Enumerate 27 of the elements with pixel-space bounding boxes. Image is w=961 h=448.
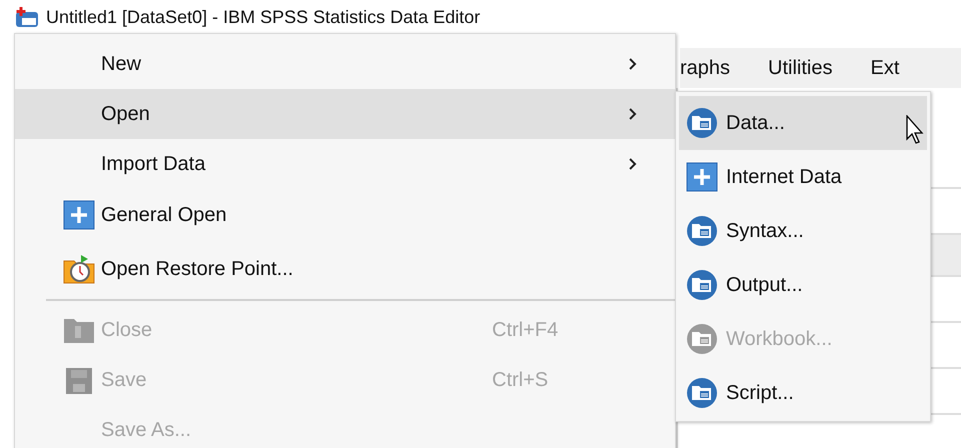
plus-icon [63, 199, 95, 231]
menu-item[interactable]: Open [15, 89, 675, 139]
folder-document-icon [686, 323, 718, 355]
menu-item[interactable]: New [15, 39, 675, 89]
chevron-right-icon [628, 107, 638, 121]
menu-item[interactable]: Open Restore Point... [15, 241, 675, 297]
folder-document-icon [686, 377, 718, 409]
mouse-pointer-icon [906, 115, 926, 145]
menu-item[interactable]: Data... [679, 96, 927, 150]
folder-document-icon [686, 107, 718, 139]
app-icon [14, 6, 40, 28]
chevron-right-icon [628, 157, 638, 171]
menu-item[interactable]: General Open [15, 189, 675, 241]
menu-bar-item[interactable]: Ext [870, 56, 900, 80]
folder-clock-icon [63, 253, 95, 285]
menu-item[interactable]: Output... [679, 258, 927, 312]
menu-item[interactable]: Syntax... [679, 204, 927, 258]
chevron-right-icon [628, 57, 638, 71]
menu-item[interactable]: Internet Data [679, 150, 927, 204]
menu-bar-item[interactable]: raphs [680, 56, 730, 80]
menu-bar-item[interactable]: Utilities [768, 56, 832, 80]
menu-item[interactable]: Script... [679, 366, 927, 420]
menu-item[interactable]: Import Data [15, 139, 675, 189]
folder-document-icon [686, 269, 718, 301]
folder-document-icon [686, 215, 718, 247]
plus-icon [686, 161, 718, 193]
window-title: Untitled1 [DataSet0] - IBM SPSS Statistics Data Editor [46, 6, 480, 26]
